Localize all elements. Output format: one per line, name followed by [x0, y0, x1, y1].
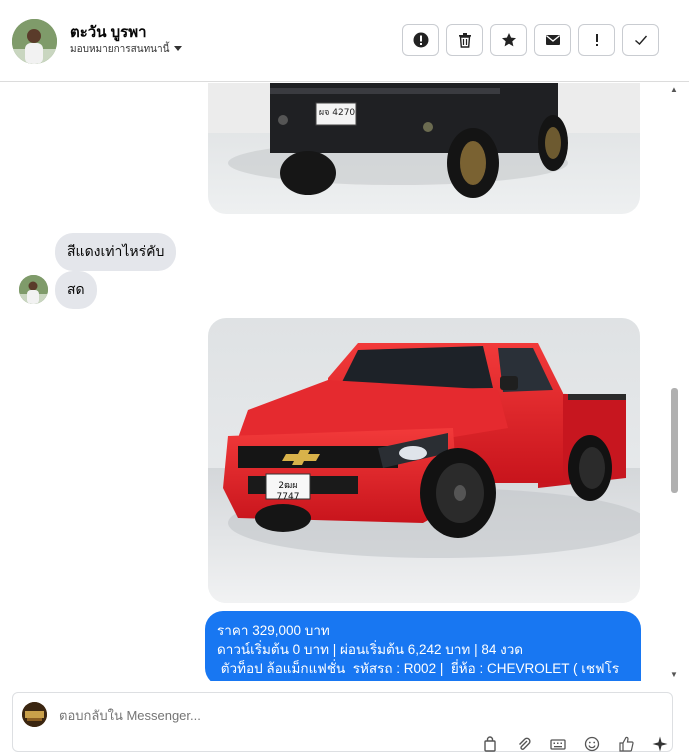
reply-composer — [12, 692, 673, 752]
scrollbar-thumb[interactable] — [671, 388, 678, 493]
caret-down-icon — [173, 43, 183, 56]
delete-button[interactable] — [446, 24, 483, 56]
star-icon — [501, 33, 516, 47]
trash-icon — [458, 33, 471, 48]
contact-avatar[interactable] — [12, 19, 57, 64]
alert-button[interactable] — [402, 24, 439, 56]
assign-conversation-dropdown[interactable]: มอบหมายการสนทนานี้ — [70, 42, 183, 57]
reply-input[interactable] — [57, 707, 461, 724]
license-plate-top: ผจ 4270 — [318, 108, 356, 118]
composer-tools — [481, 735, 669, 753]
paperclip-icon[interactable] — [515, 735, 533, 753]
check-icon — [634, 35, 647, 45]
incoming-message[interactable]: สีแดงเท่าไหร่คับ — [55, 233, 177, 271]
keyboard-icon[interactable] — [549, 735, 567, 753]
car-photo-red[interactable]: 2ฒผ 7747 — [208, 318, 640, 603]
thread-scrollbar[interactable]: ▲ ▼ — [669, 83, 679, 681]
message-thread[interactable]: ผจ 4270 สีแดงเท่าไหร่คับ สด 2ฒผ 7747 ราค… — [0, 83, 689, 681]
mark-done-button[interactable] — [622, 24, 659, 56]
contact-name[interactable]: ตะวัน บูรพา — [70, 20, 147, 44]
thumbs-up-icon[interactable] — [617, 735, 635, 753]
mark-important-button[interactable] — [578, 24, 615, 56]
scroll-up-arrow-icon[interactable]: ▲ — [670, 85, 678, 94]
incoming-message[interactable]: สด — [55, 271, 97, 309]
page-avatar — [22, 702, 47, 727]
conversation-header: ตะวัน บูรพา มอบหมายการสนทนานี้ — [0, 0, 689, 82]
assign-label: มอบหมายการสนทนานี้ — [70, 44, 170, 55]
shopping-bag-icon[interactable] — [481, 735, 499, 753]
message-line: ราคา 329,000 บาท — [217, 623, 330, 638]
star-button[interactable] — [490, 24, 527, 56]
scroll-down-arrow-icon[interactable]: ▼ — [670, 670, 678, 679]
mail-icon — [545, 35, 560, 45]
message-line: ตัวท็อป ล้อแม็กแฟชั่น รหัสรถ : R002 | ยี… — [217, 661, 620, 676]
message-line: ดาวน์เริ่มต้น 0 บาท | ผ่อนเริ่มต้น 6,242… — [217, 642, 524, 657]
mail-button[interactable] — [534, 24, 571, 56]
sparkle-icon[interactable] — [651, 735, 669, 753]
license-plate-red: 2ฒผ 7747 — [276, 481, 300, 502]
exclamation-icon — [595, 34, 598, 46]
alert-circle-icon — [413, 32, 428, 48]
header-actions — [402, 24, 659, 56]
contact-avatar-small — [19, 275, 48, 304]
emoji-icon[interactable] — [583, 735, 601, 753]
outgoing-message[interactable]: ราคา 329,000 บาท ดาวน์เริ่มต้น 0 บาท | ผ… — [205, 611, 641, 681]
car-photo-black[interactable]: ผจ 4270 — [208, 83, 640, 214]
